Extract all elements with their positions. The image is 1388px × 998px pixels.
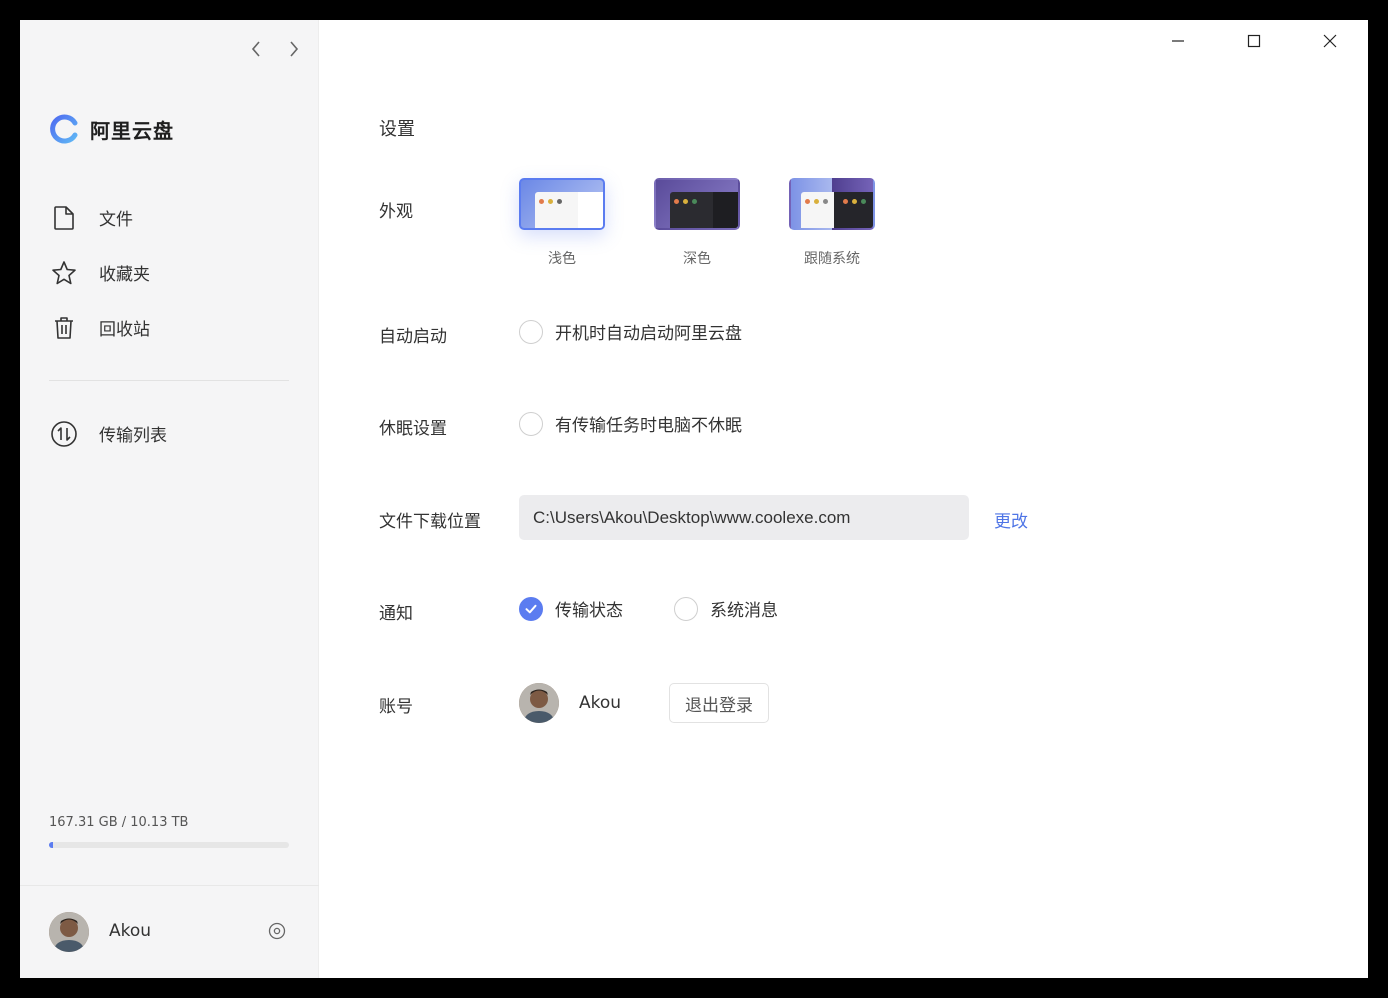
star-icon [49,258,79,288]
avatar [519,683,559,723]
notify-transfer-text: 传输状态 [555,601,623,621]
sidebar-username: Akou [109,921,152,941]
sleep-radio[interactable] [519,411,543,436]
theme-options: 浅色 深色 跟随系统 [519,178,875,268]
storage-bar-fill [49,842,53,848]
theme-system-option[interactable]: 跟随系统 [789,178,875,268]
forward-button[interactable] [284,38,304,60]
back-button[interactable] [246,38,266,60]
page-title: 设置 [379,119,415,140]
app-logo: 阿里云盘 [48,113,174,145]
storage-text: 167.31 GB / 10.13 TB [49,815,189,830]
sidebar-item-favorites[interactable]: 收藏夹 [48,245,292,300]
account-username: Akou [579,693,622,713]
sleep-text: 有传输任务时电脑不休眠 [555,416,742,436]
download-location-label: 文件下载位置 [379,512,481,532]
aliyun-drive-logo-icon [50,114,78,144]
sidebar-item-label: 收藏夹 [99,265,150,285]
autostart-radio[interactable] [519,319,543,344]
autostart-text: 开机时自动启动阿里云盘 [555,324,742,344]
download-path-field[interactable]: C:\Users\Akou\Desktop\www.coolexe.com [519,495,969,540]
storage-usage: 167.31 GB / 10.13 TB [49,815,290,848]
theme-system-preview [789,178,875,230]
sleep-checkbox[interactable]: 有传输任务时电脑不休眠 [519,411,742,436]
change-path-link[interactable]: 更改 [994,507,1028,532]
history-nav [246,38,304,60]
avatar[interactable] [49,912,89,952]
theme-name: 跟随系统 [804,251,860,267]
app-name: 阿里云盘 [90,118,174,143]
sleep-label: 休眠设置 [379,419,447,439]
chevron-right-icon [290,41,299,57]
logout-button[interactable]: 退出登录 [669,683,769,723]
sidebar-footer: Akou [20,885,319,978]
theme-light-option[interactable]: 浅色 [519,178,605,268]
account-label: 账号 [379,697,413,717]
sidebar-item-label: 传输列表 [99,426,167,446]
theme-light-preview [519,178,605,230]
storage-bar [49,842,289,848]
notify-system-radio[interactable] [674,596,698,621]
trash-icon [49,313,79,343]
sidebar-menu: 文件 收藏夹 回收站 [48,190,292,355]
sidebar-item-recycle-bin[interactable]: 回收站 [48,300,292,355]
check-icon [525,604,537,613]
autostart-checkbox[interactable]: 开机时自动启动阿里云盘 [519,319,742,344]
app-window: 阿里云盘 文件 收藏夹 回收站 传输列表 167.31 GB / 10.13 T… [20,20,1368,978]
notify-system-checkbox[interactable]: 系统消息 [674,596,778,621]
settings-panel: 设置 外观 浅色 深色 跟随系统 自动启动 开机时自动启动阿里云盘 休眠设置 有… [379,20,1368,978]
settings-button[interactable] [267,921,287,941]
theme-dark-option[interactable]: 深色 [654,178,740,268]
sidebar-item-label: 回收站 [99,320,150,340]
file-icon [49,203,79,233]
notify-system-text: 系统消息 [710,601,778,621]
chevron-left-icon [251,41,260,57]
sidebar-item-transfer-list[interactable]: 传输列表 [48,406,292,461]
appearance-label: 外观 [379,202,413,222]
gear-icon [268,922,286,940]
autostart-label: 自动启动 [379,327,447,347]
theme-name: 浅色 [548,251,576,267]
theme-name: 深色 [683,251,711,267]
notify-transfer-checkbox[interactable]: 传输状态 [519,596,623,621]
sidebar-divider [49,380,289,381]
transfer-icon [49,419,79,449]
notify-label: 通知 [379,604,413,624]
theme-dark-preview [654,178,740,230]
sidebar-item-files[interactable]: 文件 [48,190,292,245]
sidebar: 阿里云盘 文件 收藏夹 回收站 传输列表 167.31 GB / 10.13 T… [20,20,319,978]
sidebar-menu-secondary: 传输列表 [48,406,292,461]
notify-transfer-radio[interactable] [519,596,543,621]
sidebar-item-label: 文件 [99,210,133,230]
